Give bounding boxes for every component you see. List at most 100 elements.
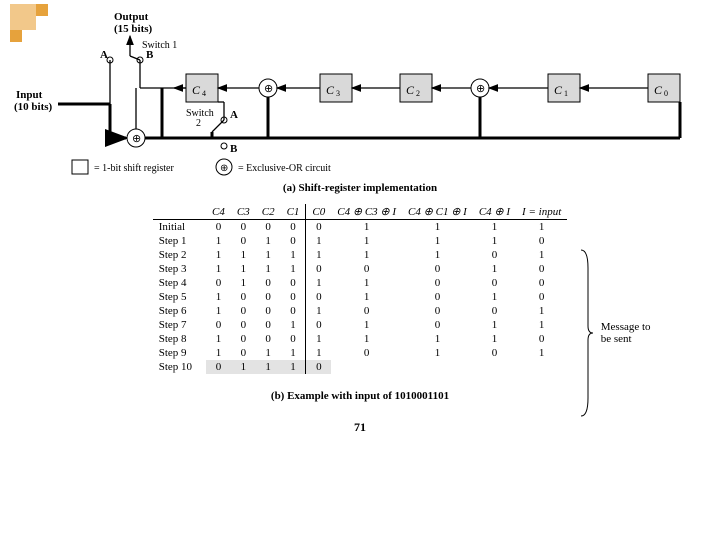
col-header: C3: [231, 204, 256, 220]
cell: 0: [331, 346, 402, 360]
brace-message: Message tobe sent: [580, 248, 700, 418]
row-label: Step 6: [153, 304, 206, 318]
cell: 0: [231, 318, 256, 332]
cell: 0: [256, 304, 281, 318]
cell: 0: [516, 290, 567, 304]
cell: 0: [231, 346, 256, 360]
cell: 0: [281, 290, 306, 304]
legend-reg: = 1-bit shift register: [94, 163, 174, 174]
cell: 0: [206, 360, 231, 374]
cell: 0: [281, 332, 306, 346]
cell: 0: [231, 220, 256, 235]
col-header: C4 ⊕ C1 ⊕ I: [402, 204, 473, 220]
cell: 0: [281, 304, 306, 318]
cell: 0: [206, 318, 231, 332]
cell: 0: [281, 234, 306, 248]
cell: 1: [231, 360, 256, 374]
cell: 1: [281, 262, 306, 276]
svg-text:B: B: [230, 143, 238, 155]
cell: 1: [281, 318, 306, 332]
col-header: C0: [306, 204, 331, 220]
cell: 1: [402, 332, 473, 346]
cell: 0: [516, 332, 567, 346]
svg-text:(15 bits): (15 bits): [114, 23, 153, 35]
cell: 1: [516, 248, 567, 262]
cell: 0: [306, 318, 331, 332]
decorative-corner: [10, 4, 62, 42]
cell: 0: [516, 262, 567, 276]
cell: 0: [256, 318, 281, 332]
cell: 1: [331, 318, 402, 332]
cell: 0: [331, 262, 402, 276]
cell: 1: [402, 220, 473, 235]
cell: 1: [473, 290, 516, 304]
caption-a: (a) Shift-register implementation: [14, 182, 706, 194]
cell: 1: [256, 360, 281, 374]
cell: 0: [231, 304, 256, 318]
row-label: Step 2: [153, 248, 206, 262]
svg-text:0: 0: [664, 89, 668, 98]
cell: 1: [473, 234, 516, 248]
cell: 0: [256, 220, 281, 235]
cell: 0: [516, 234, 567, 248]
state-table: C4C3C2C1C0C4 ⊕ C3 ⊕ IC4 ⊕ C1 ⊕ IC4 ⊕ II …: [153, 204, 568, 374]
cell: 1: [281, 248, 306, 262]
cell: 1: [256, 234, 281, 248]
cell: 1: [306, 234, 331, 248]
cell: 1: [516, 220, 567, 235]
cell: 0: [473, 346, 516, 360]
cell: 1: [331, 234, 402, 248]
col-header: I = input: [516, 204, 567, 220]
row-label: Step 8: [153, 332, 206, 346]
svg-text:1: 1: [564, 89, 568, 98]
cell: 0: [306, 290, 331, 304]
cell: 1: [473, 220, 516, 235]
cell: 0: [402, 304, 473, 318]
cell: 0: [231, 332, 256, 346]
svg-text:A: A: [100, 49, 108, 61]
svg-text:C: C: [406, 83, 415, 97]
svg-text:⊕: ⊕: [132, 133, 141, 145]
cell: 1: [231, 276, 256, 290]
cell: 0: [306, 360, 331, 374]
svg-text:⊕: ⊕: [476, 83, 485, 95]
legend-xor: = Exclusive-OR circuit: [238, 163, 331, 174]
cell: 1: [331, 332, 402, 346]
cell: 1: [256, 248, 281, 262]
cell: 0: [402, 276, 473, 290]
cell: 1: [281, 346, 306, 360]
cell: 1: [402, 234, 473, 248]
cell: 1: [206, 332, 231, 346]
svg-text:C: C: [554, 83, 563, 97]
svg-text:A: A: [230, 109, 238, 121]
svg-text:⊕: ⊕: [220, 163, 228, 174]
cell: 0: [281, 276, 306, 290]
cell: 1: [516, 318, 567, 332]
col-header: C1: [281, 204, 306, 220]
svg-text:B: B: [146, 49, 154, 61]
cell: 0: [516, 276, 567, 290]
svg-text:(10 bits): (10 bits): [14, 101, 53, 113]
cell: [331, 360, 402, 374]
cell: 1: [473, 262, 516, 276]
cell: 1: [306, 332, 331, 346]
svg-text:C: C: [326, 83, 335, 97]
cell: 1: [231, 262, 256, 276]
col-header: C2: [256, 204, 281, 220]
cell: 0: [231, 290, 256, 304]
cell: [473, 360, 516, 374]
cell: 1: [306, 346, 331, 360]
row-label: Step 10: [153, 360, 206, 374]
cell: 1: [331, 290, 402, 304]
cell: 1: [281, 360, 306, 374]
cell: 1: [256, 346, 281, 360]
cell: 1: [516, 304, 567, 318]
cell: 1: [206, 290, 231, 304]
row-label: Step 1: [153, 234, 206, 248]
cell: 0: [256, 290, 281, 304]
cell: 1: [206, 234, 231, 248]
cell: [402, 360, 473, 374]
cell: 1: [306, 276, 331, 290]
cell: 0: [402, 290, 473, 304]
col-header: C4 ⊕ I: [473, 204, 516, 220]
